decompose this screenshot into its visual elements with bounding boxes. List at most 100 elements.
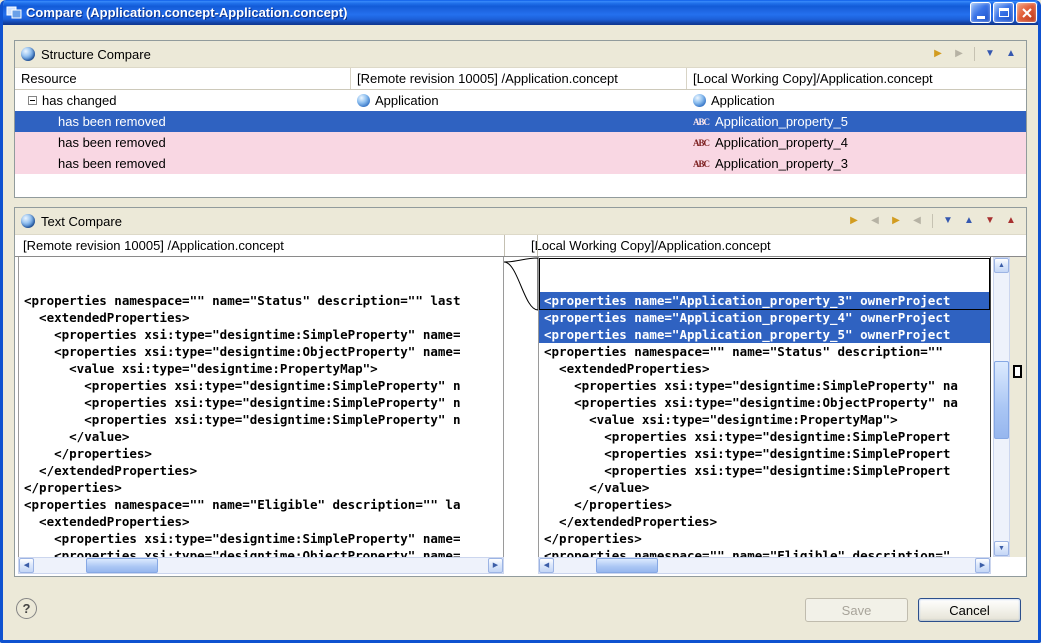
scroll-left-button[interactable]: ◀ xyxy=(539,558,554,573)
h-scroll-track[interactable] xyxy=(554,558,975,573)
text-compare-icon xyxy=(21,214,35,228)
local-cell: Application xyxy=(687,90,1026,111)
local-item-label: Application_property_3 xyxy=(715,156,848,171)
local-cell: ABC Application_property_3 xyxy=(687,153,1026,174)
code-line: <properties namespace="" name="Eligible"… xyxy=(539,547,990,557)
copy-all-non-conflicting-icon[interactable]: ▶ xyxy=(929,45,947,63)
h-scroll-thumb[interactable] xyxy=(86,558,158,573)
code-line: <properties xsi:type="designtime:SimpleP… xyxy=(19,411,503,428)
close-button[interactable] xyxy=(1016,2,1037,23)
window-controls xyxy=(968,2,1037,23)
column-header-local[interactable]: [Local Working Copy]/Application.concept xyxy=(687,68,1026,89)
overview-ruler xyxy=(1010,257,1026,557)
next-change-icon[interactable]: ▼ xyxy=(981,212,999,230)
h-scroll-thumb[interactable] xyxy=(596,558,658,573)
tree-indent xyxy=(23,142,39,143)
save-button[interactable]: Save xyxy=(805,598,908,622)
code-line: <properties xsi:type="designtime:SimpleP… xyxy=(19,394,503,411)
structure-compare-panel: Structure Compare ▶▶ ▼▲ Resource [Remote … xyxy=(14,40,1027,198)
previous-difference-icon[interactable]: ▲ xyxy=(1002,45,1020,63)
column-header-resource[interactable]: Resource xyxy=(15,68,351,89)
code-line: </properties> xyxy=(19,479,503,496)
right-h-scrollbar[interactable]: ◀ ▶ xyxy=(538,557,991,574)
left-pane-header: [Remote revision 10005] /Application.con… xyxy=(23,238,284,253)
help-button[interactable]: ? xyxy=(16,598,37,619)
package-icon xyxy=(693,94,706,107)
dialog-client-area: Structure Compare ▶▶▼▲ Resource [Remote … xyxy=(3,25,1038,640)
right-code-pane[interactable]: <properties name="Application_property_3… xyxy=(538,257,991,557)
remote-item-label: Application xyxy=(375,93,439,108)
code-line: <properties xsi:type="designtime:ObjectP… xyxy=(539,394,990,411)
expander-icon[interactable] xyxy=(28,96,37,105)
code-line: <extendedProperties> xyxy=(19,513,503,530)
code-line: <value xsi:type="designtime:PropertyMap"… xyxy=(539,411,990,428)
abc-icon: ABC xyxy=(693,138,710,148)
text-compare-panel: Text Compare ▶◀▶◀▼▲▼▲ [Remote revision 1… xyxy=(14,207,1027,577)
text-compare-title: Text Compare xyxy=(41,214,122,229)
code-line: <properties xsi:type="designtime:SimpleP… xyxy=(539,428,990,445)
code-line: </value> xyxy=(19,428,503,445)
v-scroll-track[interactable] xyxy=(994,273,1009,541)
next-difference-icon[interactable]: ▼ xyxy=(981,45,999,63)
left-code-pane[interactable]: <properties namespace="" name="Status" d… xyxy=(18,257,504,557)
scroll-down-button[interactable]: ▼ xyxy=(994,541,1009,556)
copy-current-right-to-left-icon[interactable]: ◀ xyxy=(908,212,926,230)
toolbar-separator xyxy=(974,47,975,61)
minimize-button[interactable] xyxy=(970,2,991,23)
copy-current-left-to-right-icon[interactable]: ▶ xyxy=(887,212,905,230)
h-scroll-track[interactable] xyxy=(34,558,488,573)
resource-state-label: has changed xyxy=(42,93,116,108)
scroll-right-button[interactable]: ▶ xyxy=(488,558,503,573)
code-line: <extendedProperties> xyxy=(539,360,990,377)
next-difference-icon[interactable]: ▼ xyxy=(939,212,957,230)
pane-divider xyxy=(504,235,505,256)
code-area: <properties namespace="" name="Status" d… xyxy=(15,257,1026,557)
code-line: <value xsi:type="designtime:PropertyMap"… xyxy=(19,360,503,377)
structure-compare-title: Structure Compare xyxy=(41,47,151,62)
tree-indent xyxy=(23,121,39,122)
code-line: <properties xsi:type="designtime:SimpleP… xyxy=(19,377,503,394)
left-h-scrollbar[interactable]: ◀ ▶ xyxy=(18,557,504,574)
scroll-up-button[interactable]: ▲ xyxy=(994,258,1009,273)
copy-all-left-to-right-icon[interactable]: ▶ xyxy=(845,212,863,230)
scroll-right-button[interactable]: ▶ xyxy=(975,558,990,573)
previous-change-icon[interactable]: ▲ xyxy=(1002,212,1020,230)
structure-row[interactable]: has been removed ABC Application_propert… xyxy=(15,111,1026,132)
copy-all-right-to-left-icon[interactable]: ◀ xyxy=(866,212,884,230)
code-line: </value> xyxy=(539,479,990,496)
cancel-button[interactable]: Cancel xyxy=(918,598,1021,622)
remote-cell xyxy=(351,153,687,174)
local-cell: ABC Application_property_4 xyxy=(687,132,1026,153)
right-code-lines: <properties name="Application_property_3… xyxy=(539,292,990,557)
code-line: <properties xsi:type="designtime:ObjectP… xyxy=(19,343,503,360)
compare-window: Compare (Application.concept-Application… xyxy=(0,0,1041,643)
code-line: <properties namespace="" name="Status" d… xyxy=(19,292,503,309)
v-scroll-thumb[interactable] xyxy=(994,361,1009,439)
code-line: <properties xsi:type="designtime:SimpleP… xyxy=(539,462,990,479)
resource-cell: has changed xyxy=(15,90,351,111)
structure-row[interactable]: has been removed ABC Application_propert… xyxy=(15,153,1026,174)
compare-window-icon xyxy=(6,6,22,20)
code-line: <properties name="Application_property_4… xyxy=(539,309,990,326)
code-line: <properties xsi:type="designtime:SimpleP… xyxy=(19,530,503,547)
maximize-button[interactable] xyxy=(993,2,1014,23)
local-item-label: Application xyxy=(711,93,775,108)
structure-row[interactable]: has been removed ABC Application_propert… xyxy=(15,132,1026,153)
left-code-lines: <properties namespace="" name="Status" d… xyxy=(19,292,503,557)
copy-current-change-icon[interactable]: ▶ xyxy=(950,45,968,63)
right-v-scrollbar[interactable]: ▲ ▼ xyxy=(993,257,1010,557)
structure-row[interactable]: has changed Application Application xyxy=(15,90,1026,111)
text-compare-header: Text Compare ▶◀▶◀▼▲▼▲ xyxy=(15,208,1026,235)
code-line: <properties namespace="" name="Status" d… xyxy=(539,343,990,360)
code-line: <properties namespace="" name="Eligible"… xyxy=(19,496,503,513)
remote-cell: Application xyxy=(351,90,687,111)
titlebar[interactable]: Compare (Application.concept-Application… xyxy=(0,0,1041,25)
previous-difference-icon[interactable]: ▲ xyxy=(960,212,978,230)
remote-cell xyxy=(351,111,687,132)
scroll-left-button[interactable]: ◀ xyxy=(19,558,34,573)
overview-change-marker[interactable] xyxy=(1013,365,1022,378)
tree-indent xyxy=(23,163,39,164)
column-header-remote[interactable]: [Remote revision 10005] /Application.con… xyxy=(351,68,687,89)
structure-compare-header: Structure Compare ▶▶ ▼▲ xyxy=(15,41,1026,68)
toolbar-separator xyxy=(932,214,933,228)
